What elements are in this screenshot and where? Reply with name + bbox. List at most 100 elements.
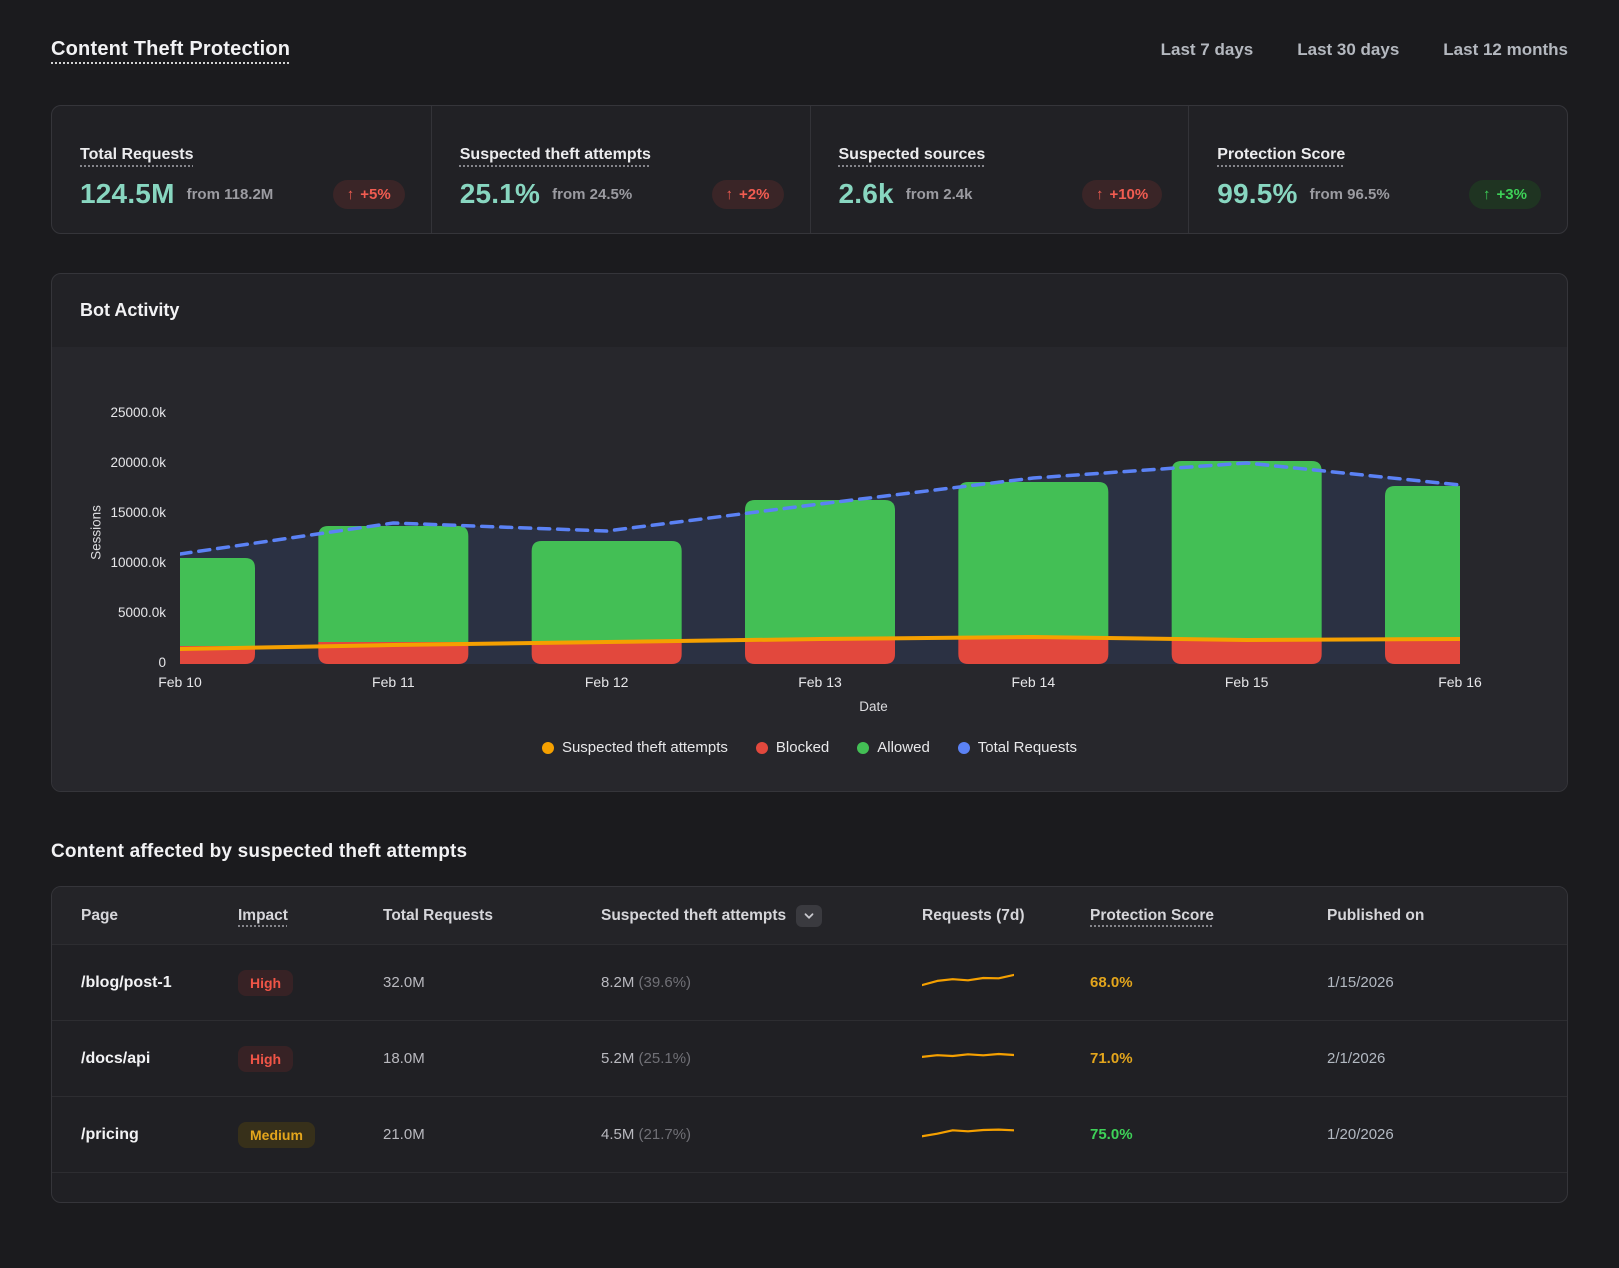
legend-item[interactable]: Blocked: [756, 739, 829, 756]
suspected-value: 4.5M: [601, 1126, 634, 1143]
stat-card-value-row: 25.1%from 24.5%↑+2%: [460, 178, 784, 210]
published-on-cell: 2/1/2026: [1327, 1050, 1538, 1067]
stat-change-value: +10%: [1109, 186, 1148, 203]
legend-dot-icon: [958, 742, 970, 754]
column-header-label: Requests (7d): [922, 907, 1025, 925]
suspected-percent: (39.6%): [639, 974, 692, 991]
suspected-attempts-cell: 5.2M (25.1%): [601, 1050, 922, 1067]
stat-change-value: +3%: [1497, 186, 1527, 203]
total-requests-cell: 18.0M: [383, 1050, 601, 1067]
time-range-last-7-days[interactable]: Last 7 days: [1161, 40, 1254, 60]
x-tick-label: Feb 15: [1225, 674, 1269, 690]
protection-score-cell: 68.0%: [1090, 974, 1327, 991]
column-header-label: Impact: [238, 907, 288, 925]
requests-7d-cell: [922, 1046, 1090, 1071]
protection-score-cell: 75.0%: [1090, 1126, 1327, 1143]
allowed-bar: [532, 541, 682, 642]
column-header-label: Published on: [1327, 907, 1424, 925]
total-requests-cell: 32.0M: [383, 974, 601, 991]
legend-dot-icon: [857, 742, 869, 754]
top-bar: Content Theft Protection Last 7 daysLast…: [51, 38, 1568, 61]
x-tick-label: Feb 12: [585, 674, 629, 690]
y-axis-ticks: 05000.0k10000.0k15000.0k20000.0k25000.0k: [52, 386, 172, 664]
legend-label: Blocked: [776, 739, 829, 756]
x-axis-label: Date: [52, 699, 1567, 714]
blocked-bar: [958, 639, 1108, 664]
requests-sparkline: [922, 1122, 1014, 1142]
column-header-requests-7d-: Requests (7d): [922, 907, 1090, 925]
time-range-last-30-days[interactable]: Last 30 days: [1297, 40, 1399, 60]
stat-change-badge: ↑ +10%: [1082, 180, 1162, 209]
table-row[interactable]: /blog/post-1High 32.0M8.2M (39.6%) 68.0%1/…: [52, 944, 1567, 1020]
time-range-last-12-months[interactable]: Last 12 months: [1443, 40, 1568, 60]
chart-panel: Sessions 05000.0k10000.0k15000.0k20000.0…: [52, 347, 1567, 792]
stat-value: 124.5M: [80, 178, 175, 210]
page-cell: /docs/api: [81, 1050, 238, 1068]
legend-dot-icon: [756, 742, 768, 754]
stat-card-value-row: 2.6kfrom 2.4k↑+10%: [839, 178, 1163, 210]
column-header-label: Total Requests: [383, 907, 493, 925]
stat-value: 99.5%: [1217, 178, 1297, 210]
arrow-up-icon: ↑: [726, 186, 734, 203]
chevron-down-icon: [806, 914, 813, 918]
allowed-bar: [745, 500, 895, 639]
stat-previous-value: from 2.4k: [906, 186, 973, 203]
blocked-bar: [745, 639, 895, 664]
bot-activity-card: Bot Activity Sessions 05000.0k10000.0k15…: [51, 273, 1568, 792]
published-on-cell: 1/15/2026: [1327, 974, 1538, 991]
stat-card-title: Suspected sources: [839, 146, 1163, 164]
column-header-label: Page: [81, 907, 118, 925]
impact-badge: High: [238, 1046, 293, 1072]
x-tick-label: Feb 13: [798, 674, 842, 690]
y-tick-label: 15000.0k: [110, 505, 166, 520]
content-table: Page Impact Total Requests Suspected theft …: [51, 886, 1568, 1203]
x-tick-label: Feb 16: [1438, 674, 1482, 690]
total-requests-cell: 21.0M: [383, 1126, 601, 1143]
allowed-bar: [180, 558, 255, 646]
x-tick-label: Feb 11: [372, 674, 415, 690]
protection-score-cell: 71.0%: [1090, 1050, 1327, 1067]
sort-dropdown-button[interactable]: [796, 905, 822, 927]
stats-row: Total Requests124.5Mfrom 118.2M↑+5%Suspe…: [51, 105, 1568, 234]
y-tick-label: 5000.0k: [118, 605, 166, 620]
impact-cell: High: [238, 1046, 383, 1072]
page-cell: /blog/post-1: [81, 974, 238, 992]
stat-change-badge: ↑+2%: [712, 180, 784, 209]
stat-card: Protection Score99.5%from 96.5%↑+3%: [1188, 106, 1567, 233]
x-tick-label: Feb 14: [1012, 674, 1056, 690]
chart-plot-area[interactable]: [180, 386, 1460, 664]
legend-item[interactable]: Total Requests: [958, 739, 1077, 756]
stat-change-value: +5%: [360, 186, 390, 203]
chart-legend: Suspected theft attempts Blocked Allowed To…: [52, 739, 1567, 756]
impact-cell: Medium: [238, 1122, 383, 1148]
stat-previous-value: from 96.5%: [1310, 186, 1390, 203]
suspected-value: 8.2M: [601, 974, 634, 991]
published-on-cell: 1/20/2026: [1327, 1126, 1538, 1143]
table-body: /blog/post-1High32.0M8.2M (39.6%)68.0%1/…: [52, 944, 1567, 1172]
suspected-attempts-cell: 4.5M (21.7%): [601, 1126, 922, 1143]
allowed-bar: [318, 526, 468, 642]
time-range-tabs: Last 7 days Last 30 days Last 12 months: [1161, 40, 1568, 60]
impact-badge: High: [238, 970, 293, 996]
requests-7d-cell: [922, 970, 1090, 995]
stat-previous-value: from 118.2M: [187, 186, 274, 203]
stat-previous-value: from 24.5%: [552, 186, 632, 203]
legend-item[interactable]: Allowed: [857, 739, 930, 756]
y-tick-label: 0: [158, 655, 166, 670]
blocked-bar: [532, 642, 682, 664]
y-tick-label: 20000.0k: [110, 455, 166, 470]
column-header-protection-score: Protection Score: [1090, 907, 1327, 925]
stat-card: Suspected theft attempts25.1%from 24.5%↑…: [431, 106, 810, 233]
y-tick-label: 25000.0k: [110, 405, 166, 420]
legend-label: Suspected theft attempts: [562, 739, 728, 756]
legend-item[interactable]: Suspected theft attempts: [542, 739, 728, 756]
column-header-suspected-theft-attempts: Suspected theft attempts: [601, 905, 922, 927]
legend-label: Allowed: [877, 739, 930, 756]
stat-card-value-row: 124.5Mfrom 118.2M↑+5%: [80, 178, 405, 210]
table-row[interactable]: /pricingMedium21.0M4.5M (21.7%)75.0%1/20…: [52, 1096, 1567, 1172]
arrow-up-icon: ↑: [1096, 186, 1104, 203]
stat-card-value-row: 99.5%from 96.5%↑+3%: [1217, 178, 1541, 210]
dashboard-page: Content Theft Protection Last 7 daysLast…: [0, 38, 1619, 1203]
table-row[interactable]: /docs/apiHigh 18.0M5.2M (25.1%) 71.0%2/1/2…: [52, 1020, 1567, 1096]
blocked-bar: [1385, 639, 1460, 664]
